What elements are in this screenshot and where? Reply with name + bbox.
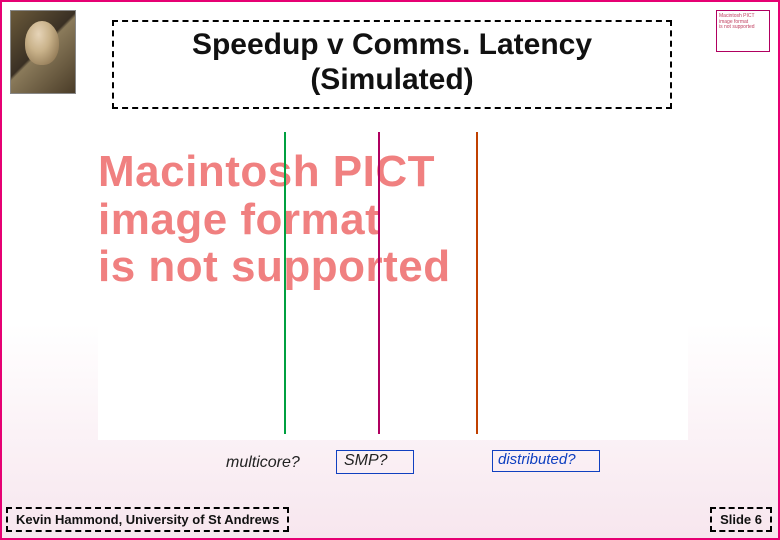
divider-line-2 [378,132,380,434]
chart-pane: Macintosh PICT image format is not suppo… [98,120,688,440]
slide-title: Speedup v Comms. Latency (Simulated) [124,28,660,97]
category-multicore: multicore? [226,454,300,472]
title-box: Speedup v Comms. Latency (Simulated) [112,20,672,109]
pict-line3: is not supported [98,243,688,291]
thumb-line3: is not supported [719,25,767,31]
pict-line2: image format [98,196,688,244]
pict-error-text: Macintosh PICT image format is not suppo… [98,148,688,291]
pict-line1: Macintosh PICT [98,148,688,196]
footer-slide-number: Slide 6 [710,507,772,532]
thumbnail-pict-error: Macintosh PICT image format is not suppo… [716,10,770,52]
category-distributed: distributed? [498,451,576,468]
title-line2: (Simulated) [310,63,473,96]
divider-line-1 [284,132,286,434]
portrait-image [10,10,76,94]
title-line1: Speedup v Comms. Latency [192,28,592,61]
slide-root: Macintosh PICT image format is not suppo… [0,0,780,540]
category-row: multicore? SMP? distributed? [102,452,692,480]
divider-line-3 [476,132,478,434]
footer-author: Kevin Hammond, University of St Andrews [6,507,289,532]
category-smp: SMP? [344,452,388,470]
